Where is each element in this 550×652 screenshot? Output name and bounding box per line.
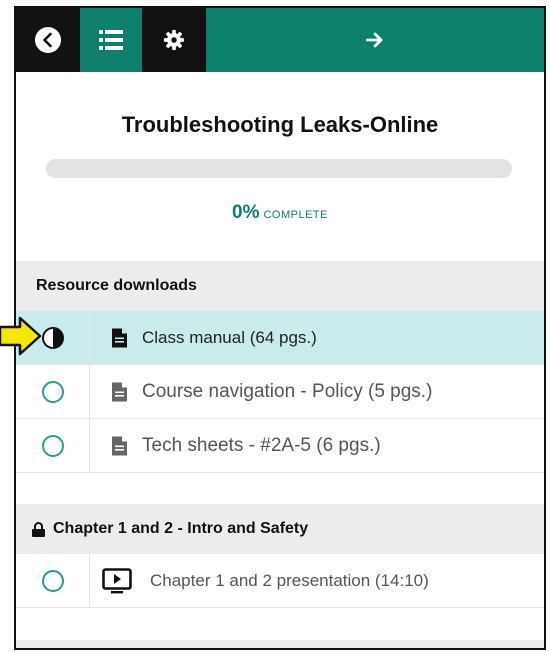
video-play-icon (102, 567, 132, 594)
progress-label: COMPLETE (263, 209, 328, 221)
status-cell (16, 365, 90, 418)
list-item-label: Chapter 1 and 2 presentation (14:10) (150, 570, 429, 590)
list-item-chapter-presentation[interactable]: Chapter 1 and 2 presentation (14:10) (16, 554, 544, 608)
arrow-right-icon (366, 32, 384, 48)
half-complete-status-icon (42, 326, 64, 349)
chevron-left-circle-icon (34, 26, 62, 54)
top-toolbar (16, 8, 544, 72)
list-item-class-manual[interactable]: Class manual (64 pgs.) (16, 311, 544, 365)
list-item-label: Tech sheets - #2A-5 (6 pgs.) (142, 434, 381, 456)
course-title: Troubleshooting Leaks-Online (121, 112, 439, 137)
list-item-label: Course navigation - Policy (5 pgs.) (142, 380, 433, 402)
yellow-arrow-pointer-icon (0, 316, 42, 356)
section-header-resource-downloads[interactable]: Resource downloads (16, 261, 544, 311)
incomplete-status-icon (42, 569, 64, 592)
list-item-label: Class manual (64 pgs.) (142, 327, 317, 347)
progress-bar (46, 159, 512, 178)
next-section-header-partial (16, 640, 544, 648)
incomplete-status-icon (42, 380, 64, 403)
next-button[interactable] (206, 8, 544, 72)
progress-percent: 0% (232, 202, 260, 223)
status-cell (16, 554, 90, 607)
settings-button[interactable] (142, 8, 206, 72)
section-title: Resource downloads (36, 277, 197, 294)
gear-icon (163, 29, 185, 51)
incomplete-status-icon (42, 434, 64, 457)
list-item-course-navigation[interactable]: Course navigation - Policy (5 pgs.) (16, 365, 544, 419)
document-icon (112, 328, 127, 347)
lock-icon (32, 521, 45, 537)
course-panel: Troubleshooting Leaks-Online 0% COMPLETE … (14, 6, 546, 650)
document-icon (112, 382, 127, 401)
list-icon (99, 29, 123, 51)
list-item-tech-sheets[interactable]: Tech sheets - #2A-5 (6 pgs.) (16, 419, 544, 473)
section-title: Chapter 1 and 2 - Intro and Safety (53, 520, 309, 537)
status-cell (16, 419, 90, 472)
document-icon (112, 436, 127, 455)
section-header-chapter-1-and-2[interactable]: Chapter 1 and 2 - Intro and Safety (16, 504, 544, 554)
back-button[interactable] (16, 8, 80, 72)
outline-button[interactable] (80, 8, 142, 72)
progress-summary: 0% COMPLETE (16, 202, 544, 224)
